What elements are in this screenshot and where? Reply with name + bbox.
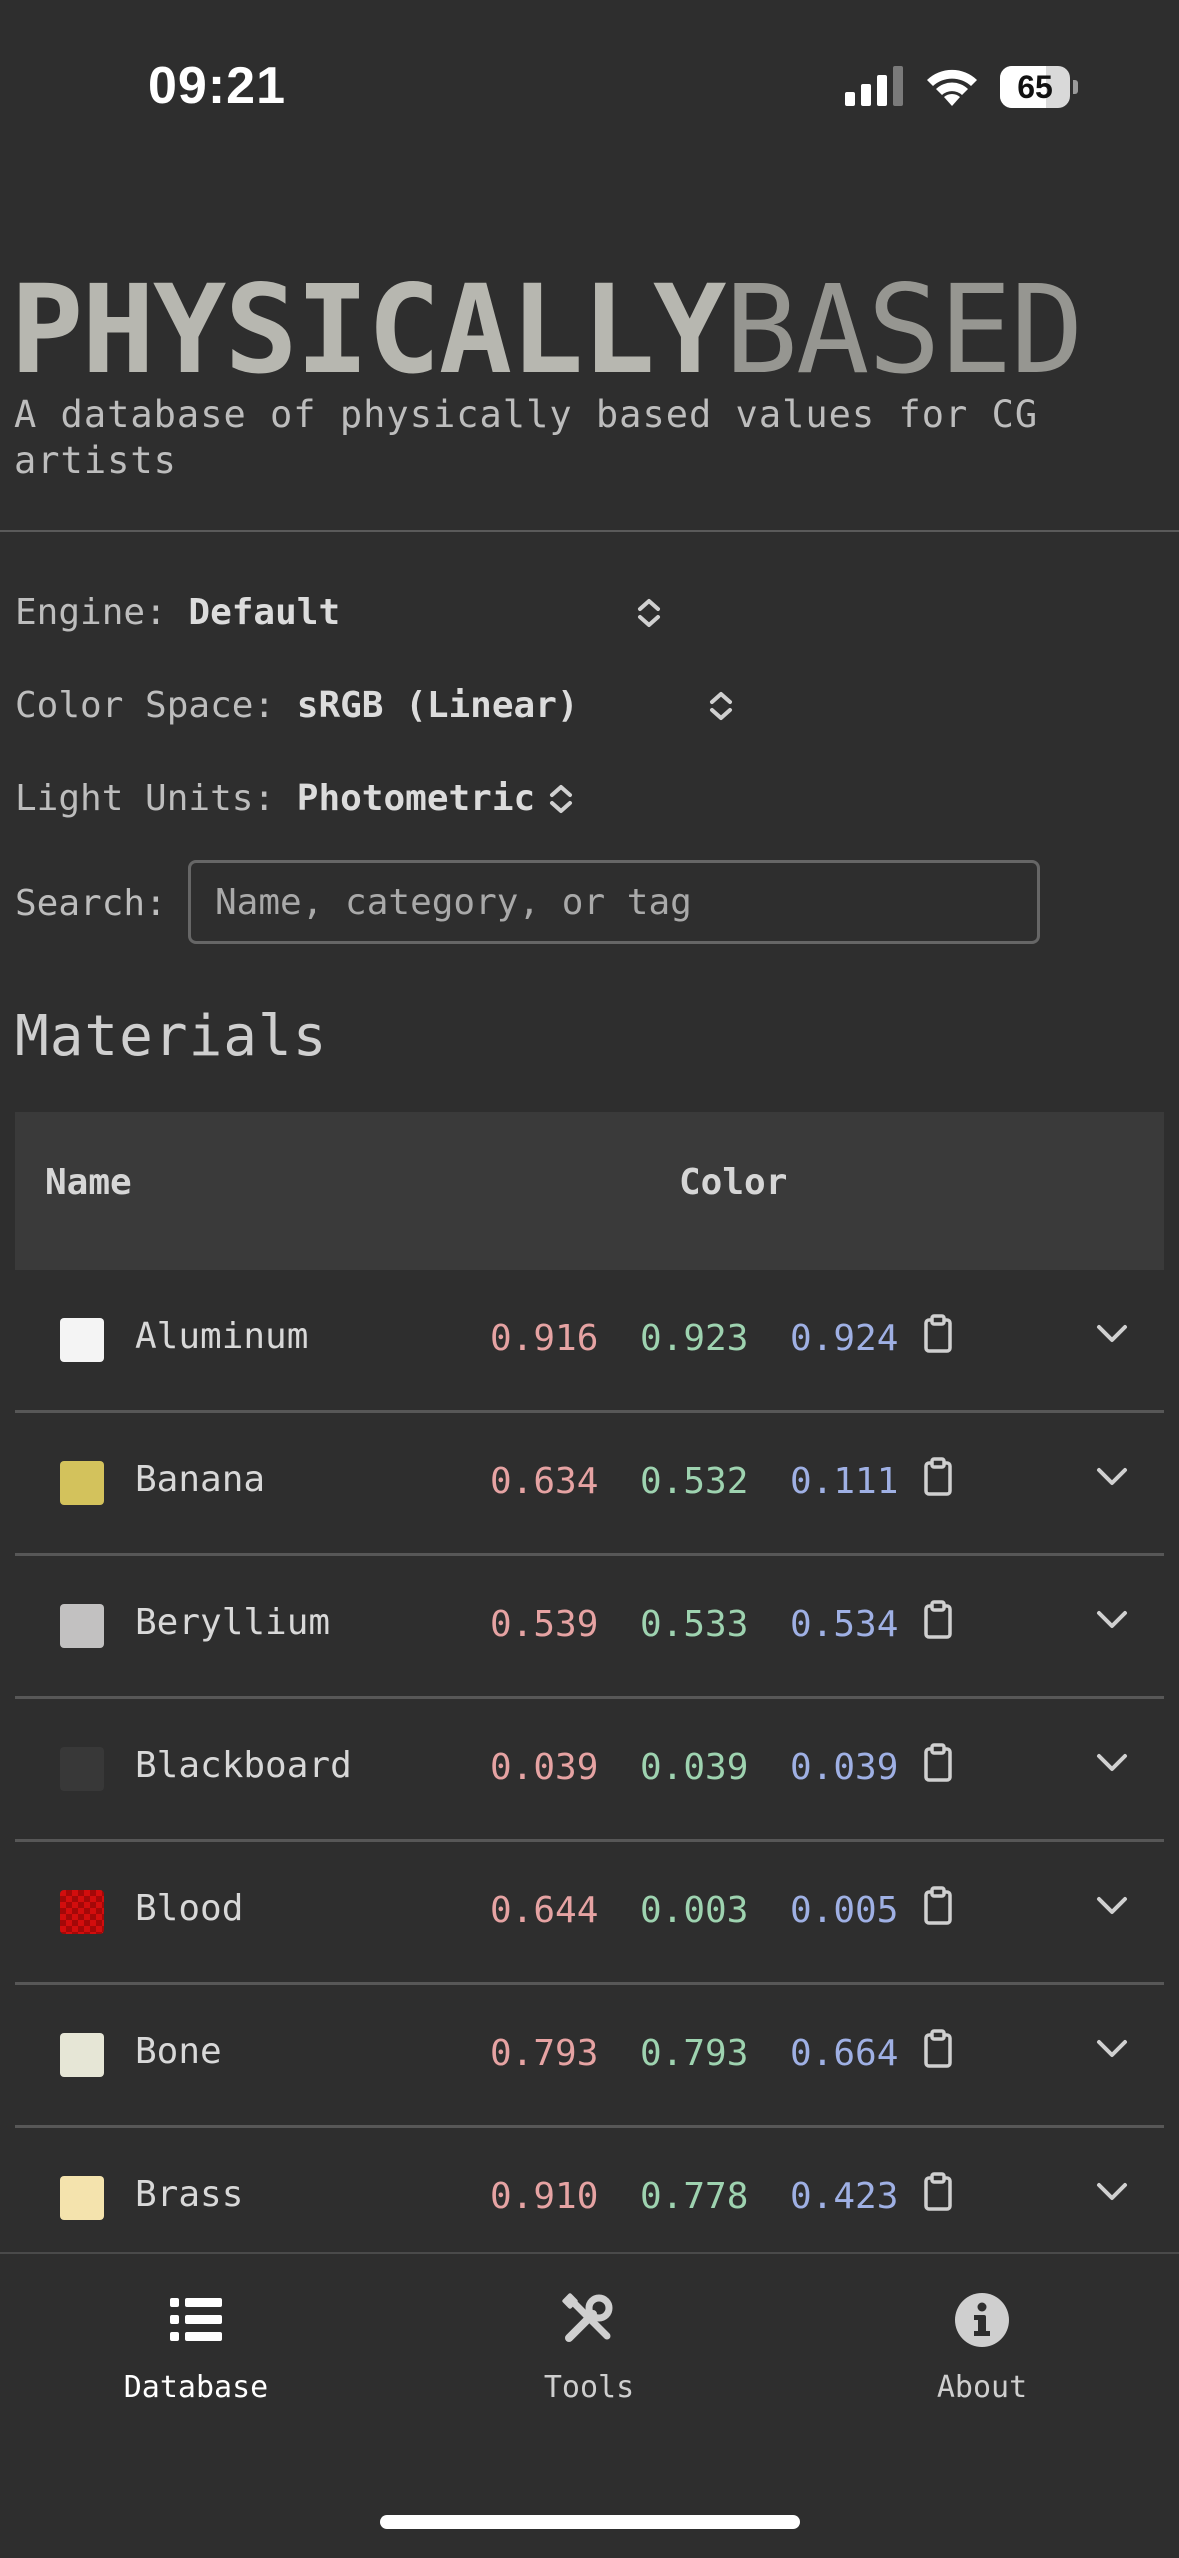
clipboard-icon[interactable] — [923, 1457, 953, 1497]
material-name[interactable]: Aluminum — [135, 1316, 308, 1357]
color-swatch — [60, 1461, 104, 1505]
materials-heading: Materials — [15, 1004, 328, 1069]
column-header-color[interactable]: Color — [679, 1162, 787, 1203]
clipboard-icon[interactable] — [923, 1314, 953, 1354]
color-swatch — [60, 1747, 104, 1791]
color-blue-value: 0.039 — [790, 1747, 899, 1788]
color-red-value: 0.916 — [490, 1318, 599, 1359]
color-blue-value: 0.924 — [790, 1318, 899, 1359]
site-title-light: BASED — [724, 259, 1084, 401]
color-green-value: 0.923 — [640, 1318, 749, 1359]
clipboard-icon[interactable] — [923, 2172, 953, 2212]
search-label: Search: — [15, 883, 167, 924]
tab-label: Tools — [543, 2370, 635, 2405]
color-red-value: 0.910 — [490, 2176, 599, 2217]
color-green-value: 0.533 — [640, 1604, 749, 1645]
light-units-chevron-icon[interactable] — [546, 779, 576, 819]
color-space-select[interactable]: Color Space: sRGB (Linear) — [15, 676, 579, 736]
color-blue-value: 0.534 — [790, 1604, 899, 1645]
clipboard-icon[interactable] — [923, 2029, 953, 2069]
material-name[interactable]: Bone — [135, 2031, 222, 2072]
table-row[interactable]: Banana 0.634 0.532 0.111 — [15, 1413, 1164, 1556]
site-title-bold: PHYSICALLY — [10, 259, 727, 401]
color-blue-value: 0.005 — [790, 1890, 899, 1931]
engine-select[interactable]: Engine: Default — [15, 583, 340, 643]
color-green-value: 0.532 — [640, 1461, 749, 1502]
table-row[interactable]: Blood 0.644 0.003 0.005 — [15, 1842, 1164, 1985]
color-green-value: 0.793 — [640, 2033, 749, 2074]
column-header-name[interactable]: Name — [45, 1162, 132, 1203]
home-indicator[interactable] — [380, 2515, 800, 2529]
table-row[interactable]: Blackboard 0.039 0.039 0.039 — [15, 1699, 1164, 1842]
engine-label: Engine: — [15, 592, 167, 633]
search-field[interactable] — [188, 860, 1040, 944]
wifi-icon — [927, 69, 977, 106]
color-swatch — [60, 2176, 104, 2220]
tab-label: Database — [123, 2370, 269, 2405]
chevron-down-icon[interactable] — [1095, 1465, 1129, 1489]
color-space-chevron-icon[interactable] — [706, 686, 736, 726]
list-icon — [170, 2298, 222, 2341]
tab-database[interactable]: Database — [76, 2290, 316, 2440]
color-swatch — [60, 1890, 104, 1934]
tab-tools[interactable]: Tools — [469, 2290, 709, 2440]
chevron-down-icon[interactable] — [1095, 1751, 1129, 1775]
color-swatch — [60, 1604, 104, 1648]
color-green-value: 0.778 — [640, 2176, 749, 2217]
color-red-value: 0.793 — [490, 2033, 599, 2074]
materials-table-body: Aluminum 0.916 0.923 0.924 Banana 0.634 … — [15, 1270, 1164, 2254]
tab-about[interactable]: About — [862, 2290, 1102, 2440]
chevron-down-icon[interactable] — [1095, 1322, 1129, 1346]
materials-table-header: Name Color — [15, 1112, 1164, 1270]
color-red-value: 0.539 — [490, 1604, 599, 1645]
site-subtitle: A database of physically based values fo… — [14, 393, 1039, 482]
table-row[interactable]: Bone 0.793 0.793 0.664 — [15, 1985, 1164, 2128]
battery-icon: 65 — [1000, 66, 1078, 108]
color-blue-value: 0.664 — [790, 2033, 899, 2074]
engine-select-chevron-icon[interactable] — [634, 593, 664, 633]
color-blue-value: 0.423 — [790, 2176, 899, 2217]
table-row[interactable]: Aluminum 0.916 0.923 0.924 — [15, 1270, 1164, 1413]
material-name[interactable]: Blood — [135, 1888, 243, 1929]
header-divider — [0, 530, 1179, 532]
light-units-value[interactable]: Photometric — [297, 778, 535, 819]
tools-icon — [562, 2293, 613, 2342]
light-units-select[interactable]: Light Units: Photometric — [15, 769, 535, 829]
chevron-down-icon[interactable] — [1095, 2180, 1129, 2204]
cellular-signal-icon — [845, 66, 903, 106]
material-name[interactable]: Blackboard — [135, 1745, 352, 1786]
battery-level: 65 — [1017, 69, 1053, 105]
color-green-value: 0.003 — [640, 1890, 749, 1931]
clipboard-icon[interactable] — [923, 1743, 953, 1783]
color-blue-value: 0.111 — [790, 1461, 899, 1502]
site-title: PHYSICALLYBASED — [10, 259, 1084, 401]
color-swatch — [60, 2033, 104, 2077]
table-row[interactable]: Brass 0.910 0.778 0.423 — [15, 2128, 1164, 2254]
table-row[interactable]: Beryllium 0.539 0.533 0.534 — [15, 1556, 1164, 1699]
material-name[interactable]: Beryllium — [135, 1602, 330, 1643]
chevron-down-icon[interactable] — [1095, 1894, 1129, 1918]
color-space-value[interactable]: sRGB (Linear) — [297, 685, 579, 726]
bottom-tab-bar: Database Tools About — [0, 2252, 1179, 2558]
light-units-label: Light Units: — [15, 778, 276, 819]
clipboard-icon[interactable] — [923, 1886, 953, 1926]
color-swatch — [60, 1318, 104, 1362]
color-red-value: 0.644 — [490, 1890, 599, 1931]
chevron-down-icon[interactable] — [1095, 2037, 1129, 2061]
tab-label: About — [936, 2370, 1028, 2405]
material-name[interactable]: Brass — [135, 2174, 243, 2215]
color-red-value: 0.634 — [490, 1461, 599, 1502]
status-bar: 09:21 65 — [0, 0, 1179, 170]
color-space-label: Color Space: — [15, 685, 276, 726]
info-icon — [955, 2293, 1009, 2347]
status-time: 09:21 — [148, 57, 286, 115]
color-green-value: 0.039 — [640, 1747, 749, 1788]
engine-value[interactable]: Default — [188, 592, 340, 633]
search-input[interactable] — [191, 863, 1037, 941]
material-name[interactable]: Banana — [135, 1459, 265, 1500]
chevron-down-icon[interactable] — [1095, 1608, 1129, 1632]
clipboard-icon[interactable] — [923, 1600, 953, 1640]
color-red-value: 0.039 — [490, 1747, 599, 1788]
